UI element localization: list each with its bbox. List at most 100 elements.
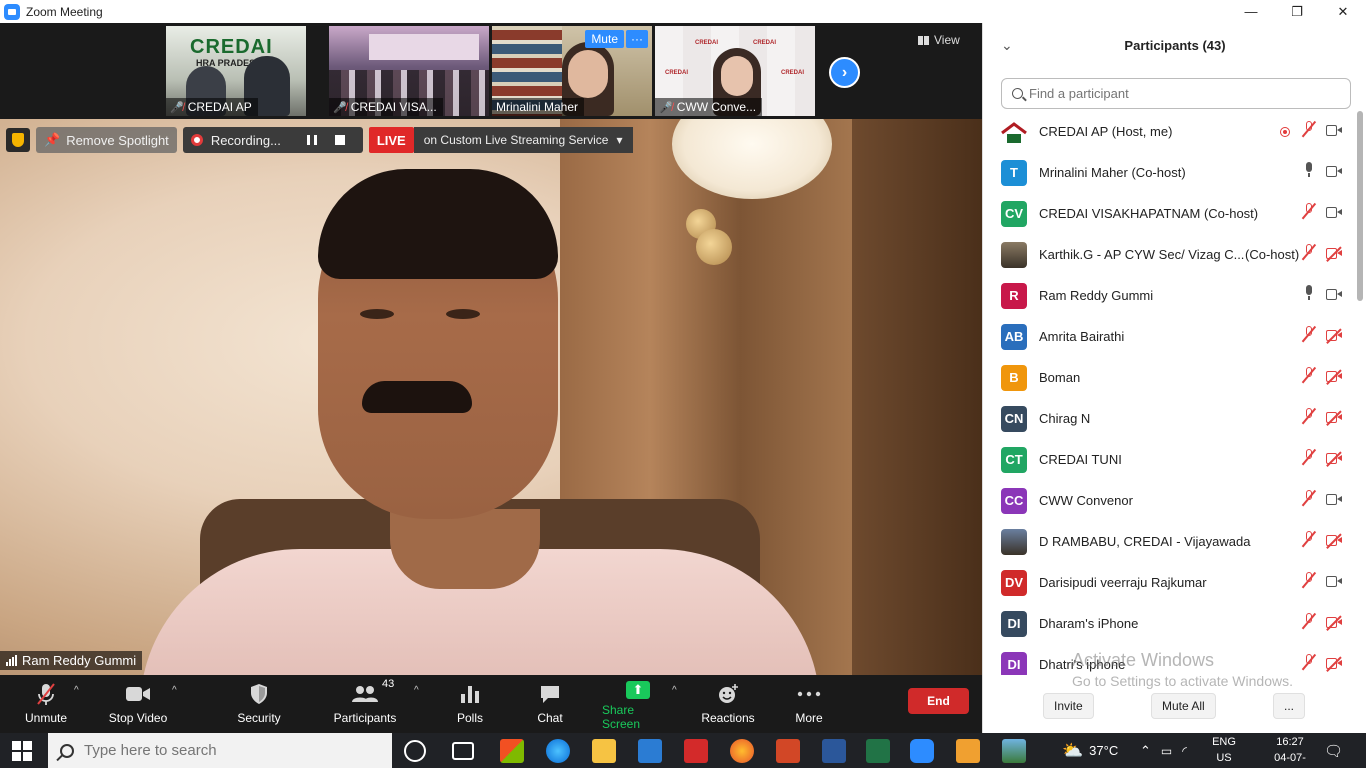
edge-browser-icon[interactable]	[546, 739, 570, 763]
video-off-icon[interactable]	[1324, 655, 1344, 674]
share-screen-button[interactable]: ⬆ Share Screen	[602, 681, 674, 731]
video-on-icon[interactable]	[1324, 287, 1344, 305]
video-off-icon[interactable]	[1324, 532, 1344, 551]
task-view-icon[interactable]	[452, 742, 474, 760]
stop-recording-icon[interactable]	[334, 135, 345, 145]
participants-caret-icon[interactable]: ^	[414, 685, 419, 696]
audio-options-caret-icon[interactable]: ^	[74, 685, 79, 696]
wifi-icon[interactable]: ◜	[1182, 744, 1187, 758]
powerpoint-icon[interactable]	[776, 739, 800, 763]
mic-muted-icon[interactable]	[1301, 530, 1317, 552]
video-off-icon[interactable]	[1324, 327, 1344, 346]
thumbnail-credai-ap[interactable]: CREDAI HRA PRADESH 🎤̸ CREDAI AP	[166, 26, 306, 116]
video-on-icon[interactable]	[1324, 492, 1344, 510]
participant-search[interactable]	[1001, 78, 1351, 109]
weather-widget[interactable]: ⛅ 37°C	[1062, 733, 1118, 768]
participant-list-scrollbar[interactable]	[1357, 111, 1363, 301]
next-page-button[interactable]: ›	[829, 57, 860, 88]
network-icon[interactable]: ▭	[1161, 744, 1172, 758]
security-button[interactable]: Security	[234, 681, 284, 729]
mic-on-icon[interactable]	[1301, 285, 1317, 306]
mic-muted-icon[interactable]	[1301, 407, 1317, 429]
invite-button[interactable]: Invite	[1043, 693, 1094, 719]
participant-row[interactable]: DV Darisipudi veerraju Rajkumar	[983, 562, 1355, 603]
participant-row[interactable]: AB Amrita Bairathi	[983, 316, 1355, 357]
stop-video-button[interactable]: Stop Video	[106, 681, 170, 729]
video-off-icon[interactable]	[1324, 614, 1344, 633]
language-indicator[interactable]: ENG US	[1206, 734, 1242, 766]
mic-muted-icon[interactable]	[1301, 202, 1317, 224]
video-off-icon[interactable]	[1324, 450, 1344, 469]
windows-start-icon[interactable]	[12, 741, 32, 761]
more-button[interactable]: More	[792, 681, 826, 729]
participant-row[interactable]: Karthik.G - AP CYW Sec/ Vizag C... (Co-ho…	[983, 234, 1355, 275]
maximize-button[interactable]: ❐	[1274, 0, 1320, 23]
mic-muted-icon[interactable]	[1301, 571, 1317, 593]
mic-muted-icon[interactable]	[1301, 120, 1317, 142]
mic-muted-icon[interactable]	[1301, 366, 1317, 388]
participant-row[interactable]: CT CREDAI TUNI	[983, 439, 1355, 480]
live-service-dropdown[interactable]: on Custom Live Streaming Service ▾	[413, 127, 633, 153]
thumbnail-credai-visakhapatnam[interactable]: 🎤̸ CREDAI VISA...	[329, 26, 489, 116]
polls-button[interactable]: Polls	[452, 681, 488, 729]
mute-all-button[interactable]: Mute All	[1151, 693, 1216, 719]
participant-row[interactable]: DI Dhatri's iphone	[983, 644, 1355, 675]
video-on-icon[interactable]	[1324, 164, 1344, 182]
mail-icon[interactable]	[638, 739, 662, 763]
participant-row[interactable]: CN Chirag N	[983, 398, 1355, 439]
participant-row[interactable]: D RAMBABU, CREDAI - Vijayawada	[983, 521, 1355, 562]
participant-row[interactable]: CC CWW Convenor	[983, 480, 1355, 521]
mic-muted-icon[interactable]	[1301, 612, 1317, 634]
participant-row[interactable]: R Ram Reddy Gummi	[983, 275, 1355, 316]
end-meeting-button[interactable]: End	[908, 688, 969, 714]
participant-row[interactable]: T Mrinalini Maher (Co-host)	[983, 152, 1355, 193]
photos-icon[interactable]	[1002, 739, 1026, 763]
video-off-icon[interactable]	[1324, 245, 1344, 264]
thumbnail-mute-button[interactable]: Mute	[585, 30, 624, 48]
file-explorer-icon[interactable]	[592, 739, 616, 763]
participant-search-input[interactable]	[1029, 86, 1329, 101]
mic-muted-icon[interactable]	[1301, 653, 1317, 675]
participant-row[interactable]: DI Dharam's iPhone	[983, 603, 1355, 644]
video-off-icon[interactable]	[1324, 409, 1344, 428]
view-button[interactable]: View	[918, 33, 960, 47]
security-shield-icon[interactable]	[6, 128, 30, 152]
firefox-icon[interactable]	[730, 739, 754, 763]
participant-row[interactable]: CREDAI AP (Host, me)	[983, 111, 1355, 152]
remove-spotlight-button[interactable]: 📌 Remove Spotlight	[36, 127, 177, 153]
media-player-icon[interactable]	[956, 739, 980, 763]
mic-muted-icon[interactable]	[1301, 489, 1317, 511]
video-options-caret-icon[interactable]: ^	[172, 685, 177, 696]
chevron-up-icon[interactable]: ⌃	[1140, 743, 1151, 759]
video-on-icon[interactable]	[1324, 123, 1344, 141]
word-icon[interactable]	[822, 739, 846, 763]
mic-muted-icon[interactable]	[1301, 325, 1317, 347]
mic-on-icon[interactable]	[1301, 162, 1317, 183]
video-on-icon[interactable]	[1324, 574, 1344, 592]
thumbnail-mrinalini-maher[interactable]: Mute ··· Mrinalini Maher	[492, 26, 652, 116]
thumbnail-cww-convenor[interactable]: CREDAI CREDAI CREDAI CREDAI 🎤̸ CWW Conve…	[655, 26, 815, 116]
pause-recording-icon[interactable]	[306, 135, 317, 145]
taskbar-clock[interactable]: 16:27 04-07-2021	[1262, 734, 1318, 768]
taskbar-search[interactable]	[48, 733, 392, 768]
reactions-button[interactable]: Reactions	[700, 681, 756, 729]
mic-muted-icon[interactable]	[1301, 448, 1317, 470]
mic-muted-icon[interactable]	[1301, 243, 1317, 265]
participant-row[interactable]: CV CREDAI VISAKHAPATNAM (Co-host)	[983, 193, 1355, 234]
video-off-icon[interactable]	[1324, 368, 1344, 387]
unmute-button[interactable]: Unmute	[22, 681, 70, 729]
chat-button[interactable]: Chat	[530, 681, 570, 729]
thumbnail-more-button[interactable]: ···	[626, 30, 648, 48]
excel-icon[interactable]	[866, 739, 890, 763]
share-options-caret-icon[interactable]: ^	[672, 685, 677, 696]
main-speaker-video[interactable]	[0, 119, 982, 675]
close-button[interactable]: ✕	[1320, 0, 1366, 23]
taskbar-search-input[interactable]	[84, 742, 374, 759]
store-icon[interactable]	[500, 739, 524, 763]
acrobat-icon[interactable]	[684, 739, 708, 763]
panel-more-button[interactable]: ...	[1273, 693, 1306, 719]
cortana-icon[interactable]	[404, 740, 426, 762]
participant-row[interactable]: B Boman	[983, 357, 1355, 398]
minimize-button[interactable]: —	[1228, 0, 1274, 23]
video-on-icon[interactable]	[1324, 205, 1344, 223]
